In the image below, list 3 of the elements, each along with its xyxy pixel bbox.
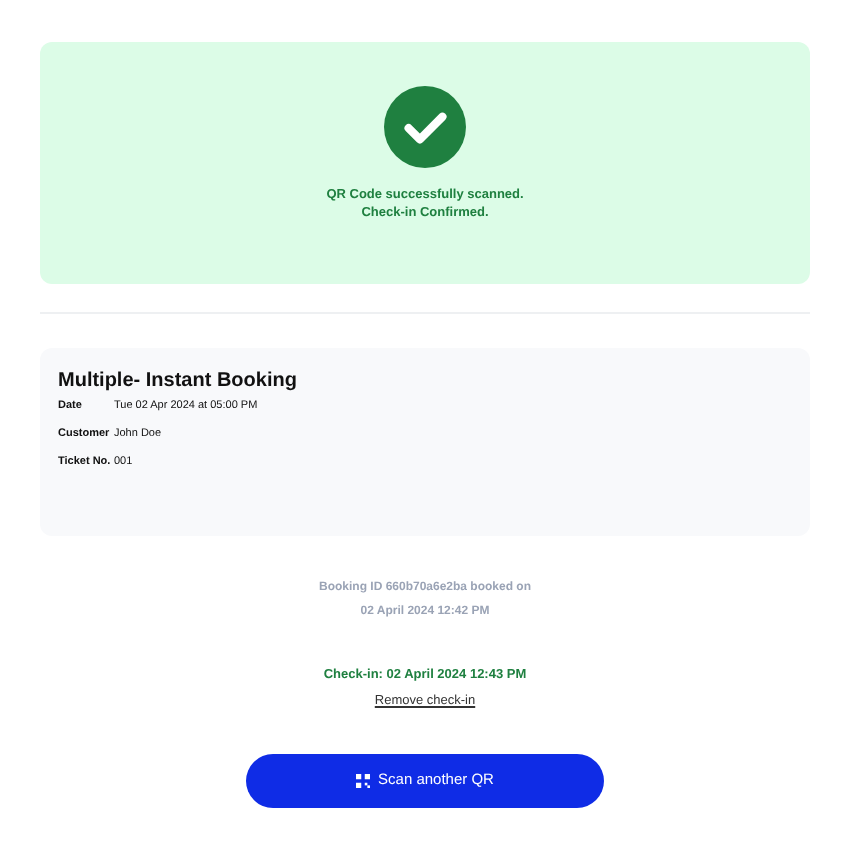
qr-code-icon [356,773,371,787]
check-circle-icon [384,86,466,168]
booking-title: Multiple- Instant Booking [58,368,299,394]
